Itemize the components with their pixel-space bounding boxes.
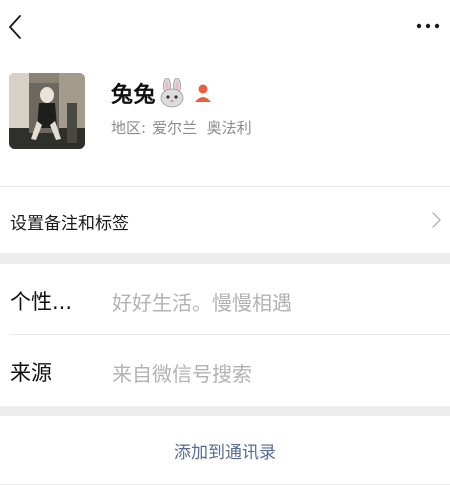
signature-row: 个性... 好好生活。慢慢相遇	[0, 264, 450, 334]
remark-row[interactable]: 设置备注和标签	[0, 187, 450, 253]
name-row: 兔兔	[111, 76, 212, 110]
region: 地区: 爱尔兰 奥法利	[111, 117, 252, 138]
rabbit-face-icon	[160, 78, 184, 108]
signature-key: 个性...	[10, 290, 73, 314]
source-key: 来源	[10, 361, 52, 385]
source-row: 来源 来自微信号搜索	[0, 335, 450, 406]
signature-value: 好好生活。慢慢相遇	[112, 291, 292, 315]
source-value: 来自微信号搜索	[112, 362, 252, 386]
person-icon	[195, 84, 212, 102]
info-card: 个性... 好好生活。慢慢相遇 来源 来自微信号搜索	[0, 264, 450, 406]
contact-name: 兔兔	[111, 83, 157, 108]
profile-card: 兔兔 地区: 爱尔兰 奥法利 设置备注和标签	[0, 0, 450, 253]
region-label: 地区:	[111, 119, 147, 137]
remark-row-label: 设置备注和标签	[10, 214, 129, 234]
add-to-contacts-button[interactable]: 添加到通讯录	[0, 416, 450, 484]
chevron-right-icon	[432, 212, 441, 228]
avatar[interactable]	[9, 73, 85, 149]
action-card: 添加到通讯录	[0, 416, 450, 484]
chevron-left-icon[interactable]	[8, 14, 22, 40]
more-dots-icon[interactable]	[416, 22, 440, 30]
region-value: 爱尔兰 奥法利	[152, 119, 252, 137]
avatar-photo	[9, 73, 85, 149]
